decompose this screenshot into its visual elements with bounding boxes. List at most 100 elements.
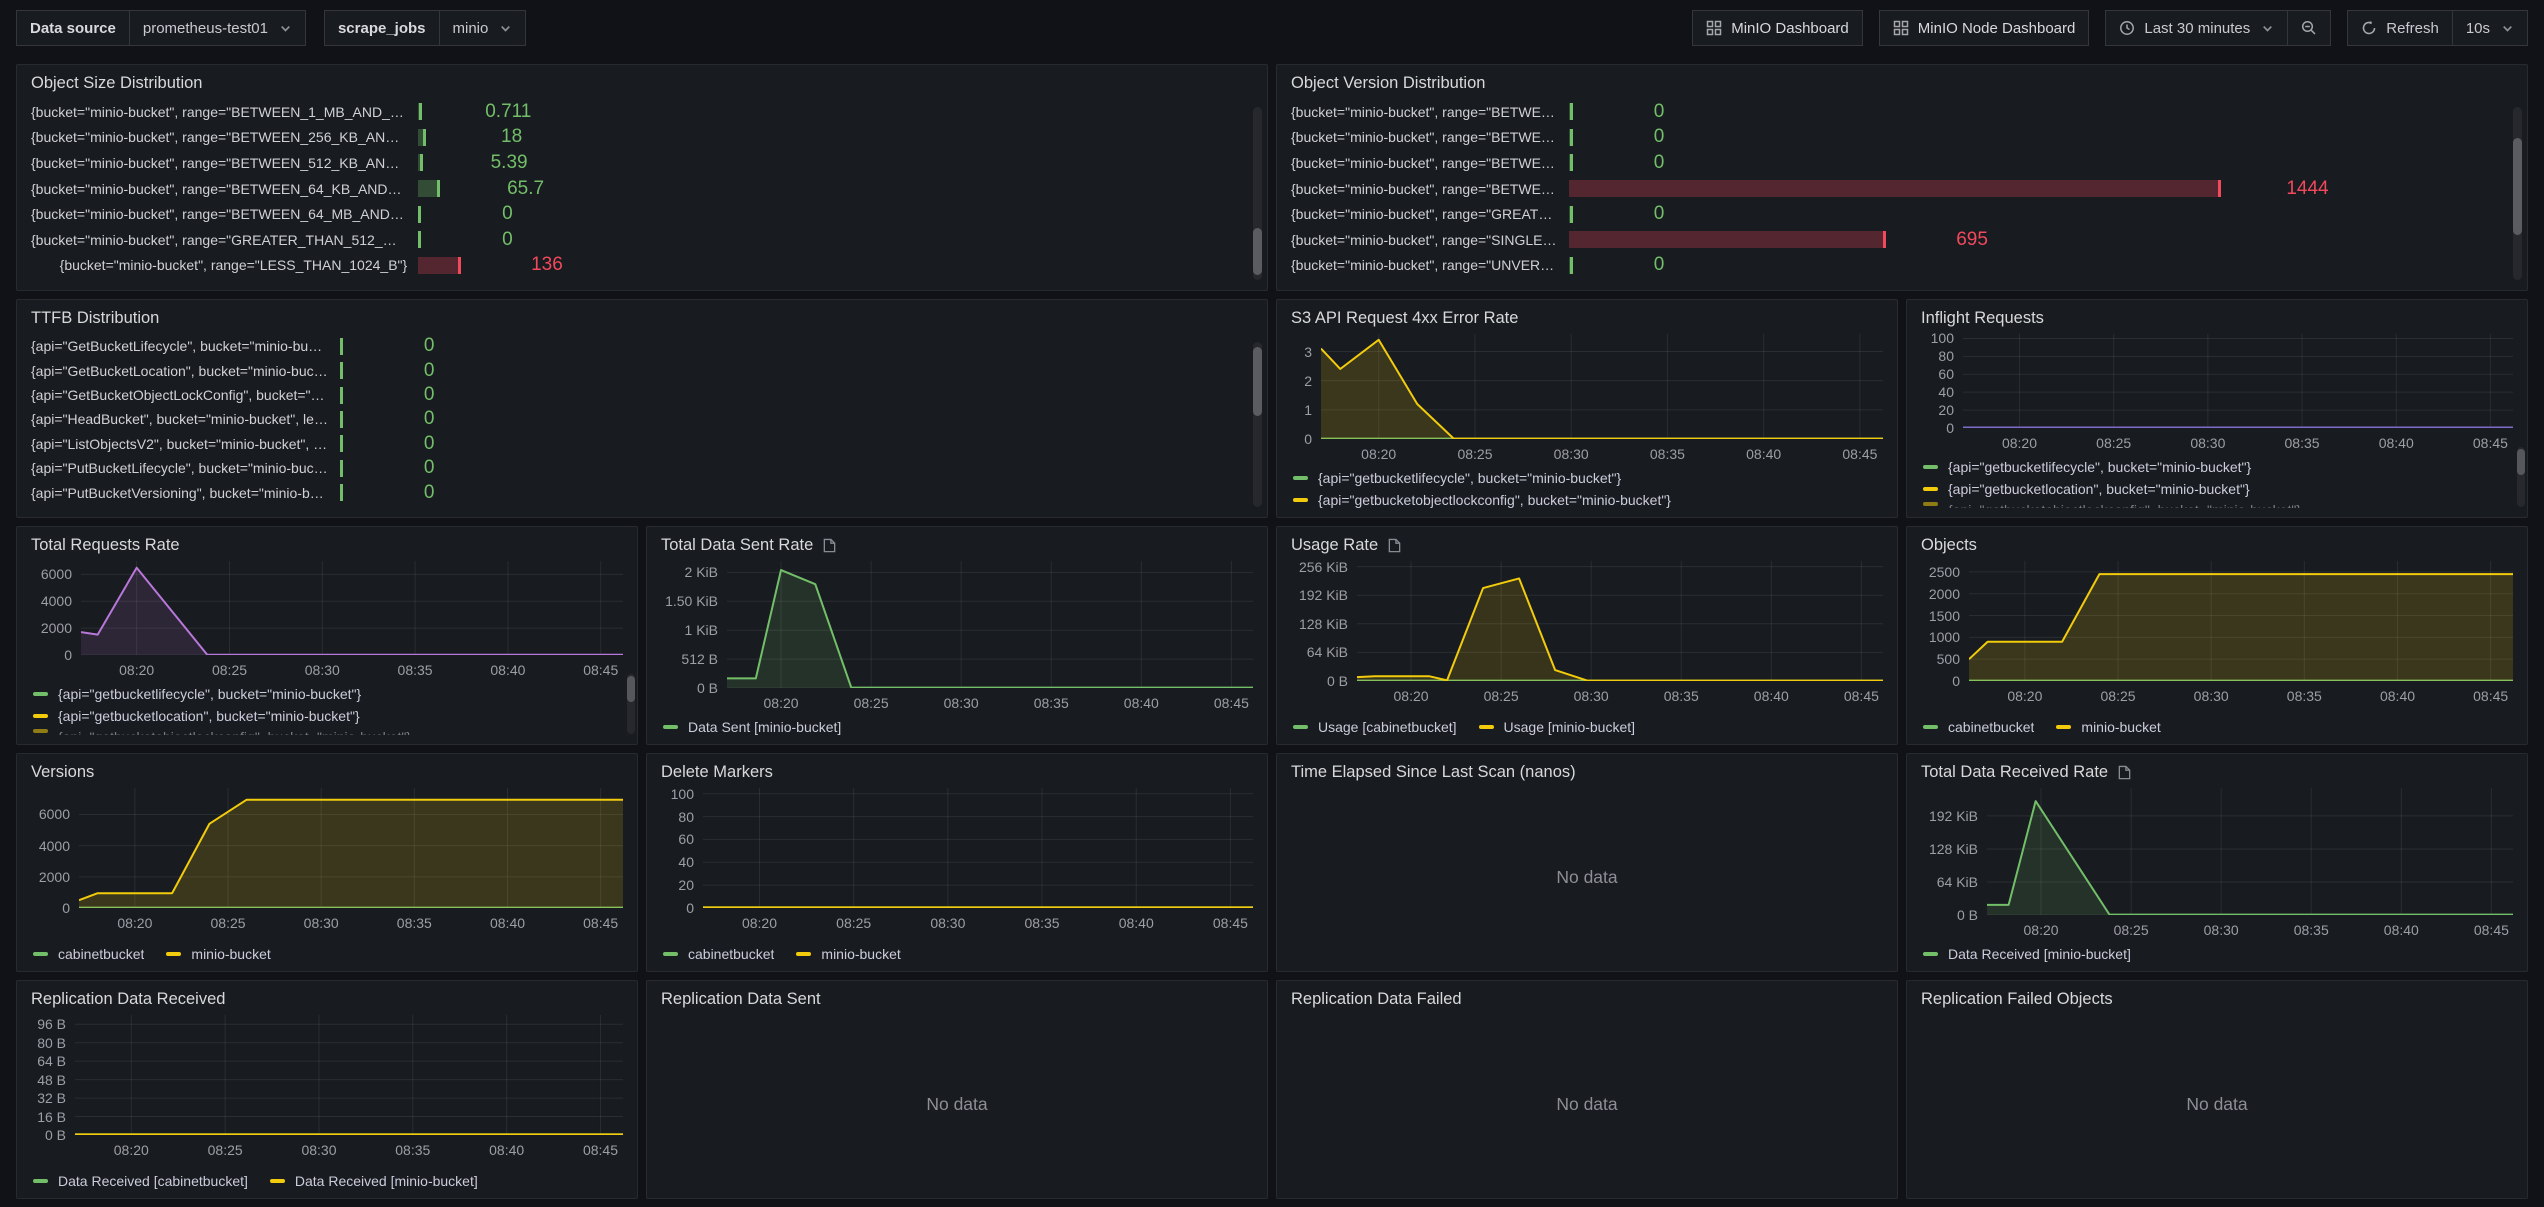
legend-item[interactable]: {api="getbucketlifecycle", bucket="minio… [1923, 459, 2513, 475]
legend-item[interactable]: cabinetbucket [1923, 719, 2034, 735]
panel-title[interactable]: Object Size Distribution [31, 74, 1253, 93]
panel-scrollbar[interactable] [2513, 107, 2522, 280]
legend-item[interactable]: Usage [cabinetbucket] [1293, 719, 1457, 735]
x-axis-labels: 08:2008:2508:3008:3508:4008:45 [81, 655, 623, 680]
panel-links-icon[interactable] [822, 538, 837, 553]
panel-links-icon[interactable] [1387, 538, 1402, 553]
legend-scrollbar[interactable] [627, 674, 635, 734]
gauge-row-label: {bucket="minio-bucket", range="LESS_THAN… [31, 257, 418, 273]
panel-links-icon[interactable] [2117, 765, 2132, 780]
datasource-value: prometheus-test01 [143, 20, 268, 37]
gauge-bar [1569, 154, 1573, 171]
legend-item[interactable]: {api="getbucketlifecycle", bucket="minio… [1293, 470, 1883, 486]
chart-plot-area[interactable] [703, 788, 1253, 908]
legend-item[interactable]: minio-bucket [2056, 719, 2160, 735]
panel-scrollbar[interactable] [1253, 107, 1262, 280]
legend-item[interactable]: cabinetbucket [33, 946, 144, 962]
panel-total-requests-rate: Total Requests Rate 0200040006000 08:200… [16, 526, 638, 745]
no-data-message: No data [1907, 1011, 2527, 1198]
refresh-interval-button[interactable]: 10s [2453, 10, 2528, 46]
gauge-row-label: {bucket="minio-bucket", range="BETWEEN_1… [31, 104, 418, 120]
link-minio-node-dashboard[interactable]: MinIO Node Dashboard [1879, 10, 2090, 46]
legend-item[interactable]: {api="getbucketlifecycle", bucket="minio… [33, 686, 623, 702]
panel-title[interactable]: Replication Data Sent [661, 990, 1253, 1009]
legend-series-color [1923, 725, 1938, 729]
panel-title[interactable]: Total Data Sent Rate [661, 536, 1253, 555]
chart-plot-area[interactable] [727, 561, 1253, 688]
scrollbar-thumb[interactable] [1253, 228, 1262, 275]
legend-item[interactable]: minio-bucket [796, 946, 900, 962]
x-axis-labels: 08:2008:2508:3008:3508:4008:45 [79, 908, 623, 933]
legend-series-color [33, 714, 48, 718]
legend-item[interactable]: cabinetbucket [663, 946, 774, 962]
scrollbar-thumb[interactable] [1253, 347, 1262, 416]
link-minio-dashboard[interactable]: MinIO Dashboard [1692, 10, 1863, 46]
legend-series-color [1923, 487, 1938, 491]
legend-item[interactable]: Data Received [minio-bucket] [270, 1173, 478, 1189]
gauge-bar-zone: 18 [418, 126, 1241, 148]
chart-plot-area[interactable] [81, 561, 623, 655]
panel-title[interactable]: Delete Markers [661, 763, 1253, 782]
gauge-row-label: {api="GetBucketLifecycle", bucket="minio… [31, 338, 340, 354]
scrollbar-thumb[interactable] [2517, 449, 2525, 475]
legend-label: minio-bucket [191, 946, 270, 962]
legend-item[interactable]: Usage [minio-bucket] [1479, 719, 1636, 735]
chart-plot-area[interactable] [1321, 334, 1883, 439]
legend-item[interactable]: Data Sent [minio-bucket] [663, 719, 1253, 735]
chevron-down-icon [499, 22, 512, 35]
panel-title[interactable]: Replication Failed Objects [1921, 990, 2513, 1009]
legend-label: Usage [cabinetbucket] [1318, 719, 1457, 735]
panel-title[interactable]: Replication Data Received [31, 990, 623, 1009]
legend-item[interactable]: {api="getbucketobjectlockconfig", bucket… [1293, 492, 1883, 508]
gauge-value: 136 [509, 254, 585, 276]
chart-plot-area[interactable] [1987, 788, 2513, 915]
zoom-out-button[interactable] [2288, 10, 2331, 46]
panel-title[interactable]: Object Version Distribution [1291, 74, 2513, 93]
panel-title[interactable]: Inflight Requests [1921, 309, 2513, 328]
chart-plot-area[interactable] [1357, 561, 1883, 681]
panel-title[interactable]: Total Requests Rate [31, 536, 623, 555]
legend-item[interactable]: {api="getbucketlocation", bucket="minio-… [33, 708, 623, 724]
y-axis-labels: 05001000150020002500 [1919, 561, 1969, 681]
refresh-label: Refresh [2386, 20, 2439, 37]
no-data-message: No data [1277, 1011, 1897, 1198]
legend-item[interactable]: Data Received [cabinetbucket] [33, 1173, 248, 1189]
no-data-message: No data [647, 1011, 1267, 1198]
chart-plot-area[interactable] [75, 1015, 623, 1135]
panel-title[interactable]: S3 API Request 4xx Error Rate [1291, 309, 1883, 328]
variable-datasource: Data source prometheus-test01 [16, 10, 306, 46]
time-picker: Last 30 minutes [2105, 10, 2331, 46]
time-range-button[interactable]: Last 30 minutes [2105, 10, 2288, 46]
legend-scrollbar[interactable] [2517, 447, 2525, 507]
chart-plot-area[interactable] [79, 788, 623, 908]
legend-item[interactable]: Data Received [minio-bucket] [1923, 946, 2513, 962]
panel-title[interactable]: Versions [31, 763, 623, 782]
legend-series-color [1923, 952, 1938, 956]
scrollbar-thumb[interactable] [627, 676, 635, 702]
datasource-select[interactable]: prometheus-test01 [130, 10, 306, 46]
gauge-bar [418, 103, 422, 120]
refresh-button[interactable]: Refresh [2347, 10, 2453, 46]
legend-label: {api="getbucketlifecycle", bucket="minio… [1948, 459, 2251, 475]
scrape-jobs-select[interactable]: minio [440, 10, 527, 46]
variable-label: Data source [16, 10, 130, 46]
gauge-row-label: {bucket="minio-bucket", range="BETWEEN_5… [31, 155, 418, 171]
panel-title[interactable]: Total Data Received Rate [1921, 763, 2513, 782]
gauge-value: 0 [391, 408, 467, 430]
scrollbar-thumb[interactable] [2513, 138, 2522, 235]
chart-legend: Data Sent [minio-bucket] [659, 713, 1253, 735]
panel-title[interactable]: Replication Data Failed [1291, 990, 1883, 1009]
panel-scrollbar[interactable] [1253, 342, 1262, 507]
panel-title[interactable]: Time Elapsed Since Last Scan (nanos) [1291, 763, 1883, 782]
panel-title[interactable]: Usage Rate [1291, 536, 1883, 555]
gauge-bar-zone: 695 [1569, 229, 2501, 251]
panel-title[interactable]: Objects [1921, 536, 2513, 555]
chart-plot-area[interactable] [1969, 561, 2513, 681]
legend-series-color [2056, 725, 2071, 729]
panel-title[interactable]: TTFB Distribution [31, 309, 1253, 328]
gauge-row: {bucket="minio-bucket", range="BETWEEN_1… [31, 99, 1241, 125]
legend-item[interactable]: minio-bucket [166, 946, 270, 962]
chart-plot-area[interactable] [1963, 334, 2513, 428]
legend-item[interactable]: {api="getbucketlocation", bucket="minio-… [1923, 481, 2513, 497]
gauge-value: 5.39 [471, 152, 547, 174]
